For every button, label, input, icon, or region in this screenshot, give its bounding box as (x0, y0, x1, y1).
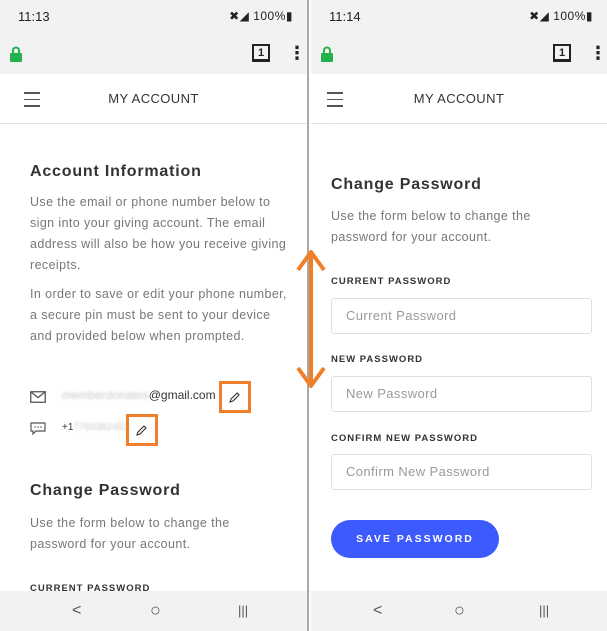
page-title: MY ACCOUNT (413, 91, 505, 106)
double-arrow-icon (296, 250, 326, 388)
app-header: MY ACCOUNT (0, 74, 307, 124)
edit-phone-button[interactable] (126, 414, 158, 446)
pencil-icon (136, 425, 147, 436)
confirm-password-label: CONFIRM NEW PASSWORD (331, 433, 479, 444)
chat-icon (30, 422, 46, 435)
change-password-heading: Change Password (331, 176, 482, 193)
tabs-icon[interactable]: 1 (252, 44, 270, 62)
page-title: MY ACCOUNT (108, 91, 199, 106)
confirm-password-input[interactable]: Confirm New Password (331, 454, 592, 490)
new-password-input[interactable]: New Password (331, 376, 592, 412)
status-icons: ✖◢ 100%▮ (529, 9, 593, 23)
mail-icon (30, 391, 46, 403)
change-password-heading: Change Password (30, 482, 181, 499)
status-bar: 11:13 ✖◢ 100%▮ (0, 0, 307, 34)
lock-icon (321, 46, 333, 62)
change-password-description: Use the form below to change the passwor… (331, 209, 531, 244)
account-info-description: Use the email or phone number below to s… (30, 195, 287, 272)
status-time: 11:14 (329, 9, 361, 24)
current-password-label: CURRENT PASSWORD (30, 583, 151, 591)
browser-toolbar: 1 ⋮ (0, 34, 307, 74)
email-domain: @gmail.com (148, 388, 216, 402)
recents-icon[interactable]: ||| (238, 603, 248, 618)
status-time: 11:13 (18, 9, 50, 24)
change-password-description: Use the form below to change the passwor… (30, 516, 230, 551)
new-password-label: NEW PASSWORD (331, 354, 424, 365)
current-password-input[interactable]: Current Password (331, 298, 592, 334)
phone-value: +17765382451 (62, 422, 129, 433)
home-icon[interactable]: ○ (150, 600, 161, 621)
more-vert-icon[interactable]: ⋮ (589, 44, 607, 62)
phone-prefix: +1 (62, 422, 74, 433)
chat-icon (334, 124, 335, 125)
more-vert-icon[interactable]: ⋮ (288, 44, 306, 62)
page-content: Account Information Use the email or pho… (0, 124, 307, 591)
email-local-part: memberdonates (62, 388, 149, 402)
back-icon[interactable]: < (72, 602, 81, 620)
browser-toolbar: 1 ⋮ (311, 34, 607, 74)
current-password-label: CURRENT PASSWORD (331, 276, 452, 287)
home-icon[interactable]: ○ (454, 600, 465, 621)
edit-email-button[interactable] (219, 381, 251, 413)
android-nav-bar: < ○ ||| (0, 591, 307, 631)
pencil-icon (229, 392, 240, 403)
lock-icon (10, 46, 22, 62)
save-password-button[interactable]: SAVE PASSWORD (331, 520, 499, 558)
back-icon[interactable]: < (373, 602, 382, 620)
app-header: MY ACCOUNT (311, 74, 607, 124)
android-nav-bar: < ○ ||| (311, 591, 607, 631)
tabs-icon[interactable]: 1 (553, 44, 571, 62)
status-bar: 11:14 ✖◢ 100%▮ (311, 0, 607, 34)
email-value: memberdonates@gmail.com (62, 388, 216, 402)
right-phone-screen: 11:14 ✖◢ 100%▮ 1 ⋮ MY ACCOUNT Change Pas… (311, 0, 607, 631)
phone-pin-description: In order to save or edit your phone numb… (30, 287, 287, 343)
account-info-heading: Account Information (30, 163, 202, 180)
recents-icon[interactable]: ||| (539, 603, 549, 618)
phone-number: 7765382451 (73, 422, 130, 433)
left-phone-screen: 11:13 ✖◢ 100%▮ 1 ⋮ MY ACCOUNT Account In… (0, 0, 309, 631)
page-content: Change Password Use the form below to ch… (311, 124, 607, 591)
status-icons: ✖◢ 100%▮ (229, 9, 293, 23)
